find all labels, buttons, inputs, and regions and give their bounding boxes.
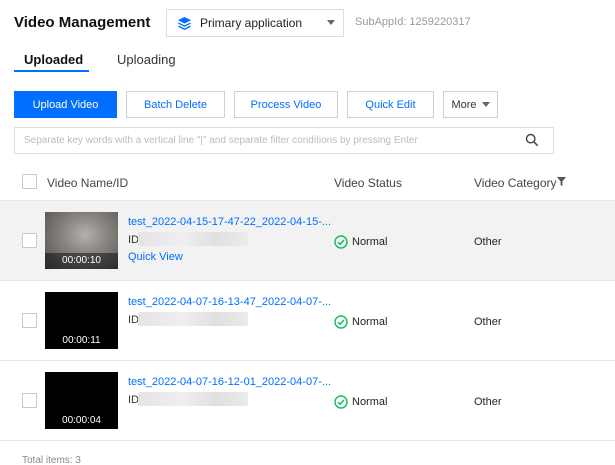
app-stack-icon	[177, 16, 192, 30]
video-id-redacted	[138, 312, 248, 326]
batch-delete-button[interactable]: Batch Delete	[126, 91, 225, 118]
tab-uploaded[interactable]: Uploaded	[24, 52, 83, 67]
video-id-redacted	[138, 232, 248, 246]
quick-view-link[interactable]: Quick View	[128, 251, 183, 263]
toolbar: Upload Video Batch Delete Process Video …	[0, 91, 615, 119]
active-tab-indicator	[14, 70, 89, 72]
more-button-label: More	[451, 98, 477, 111]
tab-uploading[interactable]: Uploading	[117, 52, 176, 67]
column-header-status: Video Status	[334, 176, 402, 190]
video-id-redacted	[138, 392, 248, 406]
video-category: Other	[474, 316, 502, 328]
video-duration: 00:00:11	[45, 333, 118, 349]
table-row[interactable]: 00:00:10 test_2022-04-15-17-47-22_2022-0…	[0, 201, 615, 281]
search-box	[14, 127, 554, 154]
search-icon[interactable]	[525, 133, 539, 147]
subappid-label: SubAppId: 1259220317	[355, 16, 471, 28]
video-status: Normal	[334, 395, 387, 409]
check-circle-icon	[334, 315, 348, 329]
table-row[interactable]: 00:00:11 test_2022-04-07-16-13-47_2022-0…	[0, 281, 615, 361]
page-title: Video Management	[14, 14, 151, 31]
select-all-checkbox[interactable]	[22, 174, 37, 189]
table-header: Video Name/ID Video Status Video Categor…	[0, 163, 615, 201]
application-select-value: Primary application	[200, 16, 303, 30]
video-thumbnail[interactable]: 00:00:10	[45, 212, 118, 269]
video-table: Video Name/ID Video Status Video Categor…	[0, 163, 615, 465]
video-status-text: Normal	[352, 316, 388, 328]
video-name-link[interactable]: test_2022-04-07-16-12-01_2022-04-07-...	[128, 376, 331, 388]
application-select[interactable]: Primary application	[166, 9, 344, 37]
video-thumbnail[interactable]: 00:00:11	[45, 292, 118, 349]
filter-icon[interactable]	[557, 177, 566, 186]
more-button[interactable]: More	[443, 91, 498, 118]
upload-video-button[interactable]: Upload Video	[14, 91, 117, 118]
check-circle-icon	[334, 235, 348, 249]
video-name-link[interactable]: test_2022-04-15-17-47-22_2022-04-15-...	[128, 216, 331, 228]
tab-bar: Uploaded Uploading	[0, 44, 615, 74]
header: Video Management Primary application Sub…	[0, 0, 615, 44]
row-checkbox[interactable]	[22, 393, 37, 408]
column-header-name: Video Name/ID	[47, 176, 129, 190]
video-duration: 00:00:04	[45, 413, 118, 429]
video-status: Normal	[334, 315, 387, 329]
video-duration: 00:00:10	[45, 253, 118, 269]
video-thumbnail[interactable]: 00:00:04	[45, 372, 118, 429]
video-category: Other	[474, 236, 502, 248]
total-items-label: Total items: 3	[22, 455, 81, 465]
process-video-button[interactable]: Process Video	[234, 91, 338, 118]
chevron-down-icon	[327, 20, 335, 25]
video-category: Other	[474, 396, 502, 408]
row-checkbox[interactable]	[22, 313, 37, 328]
table-row[interactable]: 00:00:04 test_2022-04-07-16-12-01_2022-0…	[0, 361, 615, 441]
row-checkbox[interactable]	[22, 233, 37, 248]
search-input[interactable]	[15, 128, 515, 153]
video-name-link[interactable]: test_2022-04-07-16-13-47_2022-04-07-...	[128, 296, 331, 308]
video-status-text: Normal	[352, 236, 388, 248]
column-header-category: Video Category	[474, 176, 557, 190]
video-status-text: Normal	[352, 396, 388, 408]
check-circle-icon	[334, 395, 348, 409]
quick-edit-button[interactable]: Quick Edit	[347, 91, 434, 118]
video-status: Normal	[334, 235, 387, 249]
chevron-down-icon	[481, 102, 490, 107]
